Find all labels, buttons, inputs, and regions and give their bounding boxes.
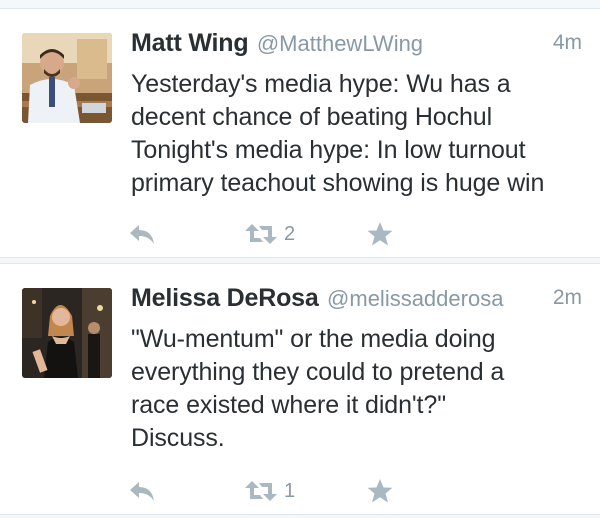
star-icon bbox=[367, 222, 393, 246]
star-icon bbox=[367, 479, 393, 503]
retweet-icon bbox=[245, 481, 277, 501]
tweet-actions: 1 bbox=[0, 471, 600, 511]
tweet-card[interactable]: Matt Wing @MatthewLWing 4m Yesterday's m… bbox=[0, 8, 600, 258]
retweet-button[interactable]: 1 bbox=[244, 475, 295, 507]
timeline: Matt Wing @MatthewLWing 4m Yesterday's m… bbox=[0, 0, 600, 518]
tweet-text: Yesterday's media hype: Wu has a decent … bbox=[131, 70, 545, 197]
avatar[interactable] bbox=[22, 288, 112, 378]
author-name[interactable]: Melissa DeRosa bbox=[131, 284, 319, 312]
retweet-icon bbox=[245, 224, 277, 244]
tweet-header: Matt Wing @MatthewLWing 4m bbox=[131, 29, 582, 61]
author-handle[interactable]: @melissadderosa bbox=[327, 286, 503, 311]
reply-icon bbox=[130, 482, 154, 501]
timestamp[interactable]: 4m bbox=[553, 31, 582, 55]
tweet-actions: 2 bbox=[0, 214, 600, 254]
tweet-text: "Wu-mentum" or the media doing everythin… bbox=[131, 325, 505, 452]
reply-icon bbox=[130, 225, 154, 244]
retweet-count: 1 bbox=[284, 479, 296, 502]
avatar[interactable] bbox=[22, 33, 112, 123]
timestamp[interactable]: 2m bbox=[553, 286, 582, 310]
retweet-count: 2 bbox=[284, 222, 296, 245]
favorite-button[interactable] bbox=[366, 218, 394, 250]
avatar-photo bbox=[22, 288, 112, 378]
tweet-header: Melissa DeRosa @melissadderosa 2m bbox=[131, 284, 582, 316]
reply-button[interactable] bbox=[128, 218, 156, 250]
favorite-button[interactable] bbox=[366, 475, 394, 507]
reply-button[interactable] bbox=[128, 475, 156, 507]
author-handle[interactable]: @MatthewLWing bbox=[257, 31, 423, 56]
retweet-button[interactable]: 2 bbox=[244, 218, 295, 250]
author-name[interactable]: Matt Wing bbox=[131, 29, 249, 57]
tweet-card[interactable]: Melissa DeRosa @melissadderosa 2m "Wu-me… bbox=[0, 263, 600, 515]
avatar-photo bbox=[22, 33, 112, 123]
